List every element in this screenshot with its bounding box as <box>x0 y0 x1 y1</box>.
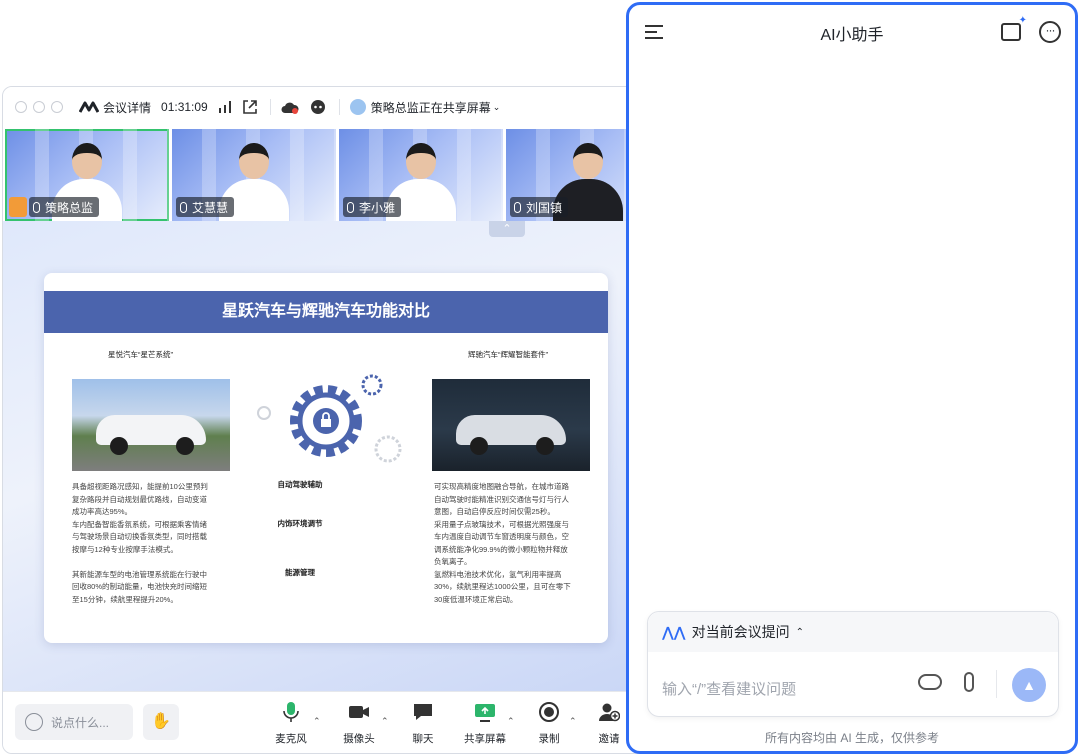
ai-disclaimer: 所有内容均由 AI 生成，仅供参考 <box>764 731 939 745</box>
share-screen-icon <box>475 704 495 722</box>
record-icon <box>539 702 559 722</box>
chevron-up-icon: ⌃ <box>795 626 804 638</box>
ai-panel-header: AI小助手 ··· <box>629 5 1075 61</box>
collapse-videos-button[interactable]: ⌃ <box>489 221 525 237</box>
window-close-button[interactable] <box>15 101 27 113</box>
left-subtitle: 星悦汽车“星芒系统” <box>108 350 173 359</box>
window-maximize-button[interactable] <box>51 101 63 113</box>
add-user-icon <box>599 703 621 722</box>
video-tile[interactable]: 艾慧慧 <box>172 129 336 221</box>
shared-screen: 星跃汽车与辉驰汽车功能对比 星悦汽车“星芒系统” 辉驰汽车“辉耀智能套件” 自动… <box>3 221 661 691</box>
new-chat-icon[interactable] <box>1001 15 1027 41</box>
participant-name-tag: 策略总监 <box>29 197 100 217</box>
slide-title: 星跃汽车与辉驰汽车功能对比 <box>44 291 608 333</box>
camera-icon <box>349 706 369 718</box>
meeting-details-button[interactable]: 会议详情 <box>79 99 151 116</box>
invite-button[interactable]: 邀请 <box>587 702 631 746</box>
microphone-button[interactable]: 麦克风 <box>269 702 313 746</box>
chat-button[interactable]: 聊天 <box>401 702 445 746</box>
camera-options-caret[interactable]: ⌃ <box>381 716 389 727</box>
app-logo-icon <box>79 101 99 113</box>
ai-composer: ⋀⋀ 对当前会议提问 ⌃ 输入“/”查看建议问题 ▲ <box>647 611 1059 717</box>
send-icon: ▲ <box>1022 677 1036 693</box>
microphone-options-caret[interactable]: ⌃ <box>313 716 321 727</box>
microphone-label: 麦克风 <box>275 733 307 745</box>
sharing-status-label: 策略总监正在共享屏幕 <box>370 100 491 115</box>
white-car-image <box>72 379 230 471</box>
window-minimize-button[interactable] <box>33 101 45 113</box>
microphone-icon <box>283 702 299 722</box>
video-tile[interactable]: 策略总监 <box>5 129 169 221</box>
avatar <box>349 99 366 115</box>
menu-icon[interactable] <box>645 25 663 39</box>
microphone-icon <box>180 201 187 213</box>
context-selector[interactable]: ⋀⋀ 对当前会议提问 ⌃ <box>648 612 1058 652</box>
meeting-timer: 01:31:09 <box>161 100 208 114</box>
microphone-icon <box>514 201 521 213</box>
popout-icon[interactable] <box>242 99 258 115</box>
share-screen-label: 共享屏幕 <box>464 733 506 745</box>
attachment-icon[interactable] <box>964 672 974 692</box>
silver-car-image <box>432 379 590 471</box>
chat-icon <box>414 704 432 720</box>
chat-quick-input-placeholder: 说点什么... <box>51 715 110 730</box>
signal-icon[interactable] <box>218 101 232 113</box>
ai-assistant-icon[interactable] <box>309 99 327 115</box>
video-tile[interactable]: 李小雅 <box>339 129 503 221</box>
left-description: 具备超视距路况感知，能提前10公里预判 复杂路段并自动规划最优路线，自动变道 成… <box>72 482 208 604</box>
send-button[interactable]: ▲ <box>1012 668 1046 702</box>
meeting-titlebar: 会议详情 01:31:09 策略总监正在共享屏幕 ⌄ <box>3 87 661 127</box>
meeting-window: 会议详情 01:31:09 策略总监正在共享屏幕 ⌄ 策略总监 艾慧慧 李小雅 … <box>2 86 662 754</box>
composer-divider <box>996 670 997 698</box>
emoji-icon <box>25 713 43 731</box>
record-button[interactable]: 录制 <box>527 702 571 746</box>
participant-name-tag: 刘国镇 <box>510 197 569 217</box>
meeting-toolbar: 说点什么... ✋ 麦克风 ⌃ 摄像头 ⌃ 聊天 共享屏幕 ⌃ 录制 ⌃ 邀请 <box>3 691 661 753</box>
share-options-caret[interactable]: ⌃ <box>507 716 515 727</box>
titlebar-divider <box>338 99 340 115</box>
chat-quick-input[interactable]: 说点什么... <box>15 704 133 740</box>
video-strip: 策略总监 艾慧慧 李小雅 刘国镇 <box>3 127 661 221</box>
camera-label: 摄像头 <box>343 733 375 745</box>
invite-label: 邀请 <box>598 733 620 745</box>
ai-assistant-panel: AI小助手 ··· ⋀⋀ 对当前会议提问 ⌃ 输入“/”查看建议问题 ▲ 所有内… <box>626 2 1078 754</box>
chat-label: 聊天 <box>412 733 434 745</box>
app-logo-icon: ⋀⋀ <box>662 623 686 640</box>
record-options-caret[interactable]: ⌃ <box>569 716 577 727</box>
titlebar-divider <box>269 99 271 115</box>
raise-hand-icon: ✋ <box>151 713 171 730</box>
right-subtitle: 辉驰汽车“辉耀智能套件” <box>468 350 548 359</box>
microphone-icon <box>347 201 354 213</box>
more-options-icon[interactable]: ··· <box>1039 21 1061 43</box>
share-screen-button[interactable]: 共享屏幕 <box>463 702 507 746</box>
context-selector-label: 对当前会议提问 <box>691 624 790 640</box>
host-icon <box>9 197 27 217</box>
chevron-down-icon: ⌄ <box>492 101 501 112</box>
cloud-icon[interactable] <box>918 674 942 690</box>
right-description: 可实现高精度地图融合导航，在城市道路 自动驾驶时能精准识别交通信号灯与行人 意图… <box>434 482 571 604</box>
ai-question-input[interactable]: 输入“/”查看建议问题 <box>662 678 796 699</box>
presentation-slide: 星跃汽车与辉驰汽车功能对比 星悦汽车“星芒系统” 辉驰汽车“辉耀智能套件” 自动… <box>44 273 608 643</box>
cloud-record-icon[interactable] <box>281 100 299 114</box>
gear-lock-icon <box>257 374 402 463</box>
participant-name-tag: 艾慧慧 <box>176 197 235 217</box>
raise-hand-button[interactable]: ✋ <box>143 704 179 740</box>
sharing-status-button[interactable]: 策略总监正在共享屏幕 ⌄ <box>349 99 501 116</box>
microphone-icon <box>33 201 40 213</box>
camera-button[interactable]: 摄像头 <box>337 702 381 746</box>
meeting-details-label: 会议详情 <box>103 100 152 115</box>
participant-name-tag: 李小雅 <box>343 197 402 217</box>
ai-panel-title: AI小助手 <box>820 27 884 44</box>
record-label: 录制 <box>538 733 560 745</box>
